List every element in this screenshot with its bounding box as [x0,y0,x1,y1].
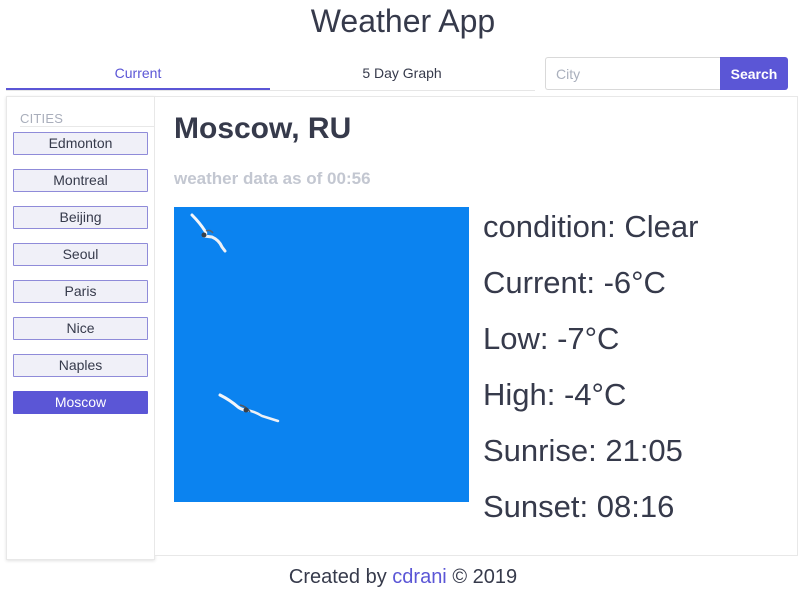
city-button-montreal[interactable]: Montreal [13,169,148,192]
app-title: Weather App [310,3,496,39]
condition-stat: condition: Clear [483,209,699,244]
city-button-edmonton[interactable]: Edmonton [13,132,148,155]
sidebar-divider [20,126,155,127]
footer-copyright: © 2019 [452,566,518,588]
city-button-beijing[interactable]: Beijing [13,206,148,229]
low-temp-stat: Low: -7°C [483,321,620,356]
high-temp-stat: High: -4°C [483,377,627,412]
footer-prefix: Created by [288,566,387,588]
current-temp-stat: Current: -6°C [483,265,666,300]
cities-sidebar: CITIES Edmonton Montreal Beijing Seoul P… [6,96,155,560]
tab-5-day-graph[interactable]: 5 Day Graph [270,58,534,90]
weather-stats: condition: Clear Current: -6°C Low: -7°C… [483,207,698,543]
author-link[interactable]: cdrani [392,566,446,588]
city-button-paris[interactable]: Paris [13,280,148,303]
city-button-nice[interactable]: Nice [13,317,148,340]
data-timestamp: weather data as of 00:56 [174,169,371,188]
seagulls-image [174,207,469,502]
tab-current[interactable]: Current [6,58,270,90]
weather-panel: Moscow, RU weather data as of 00:56 cond… [155,96,798,556]
city-search-input[interactable] [545,57,721,90]
sunrise-stat: Sunrise: 21:05 [483,433,683,468]
cities-label: CITIES [20,111,64,126]
city-button-naples[interactable]: Naples [13,354,148,377]
footer: Created by cdrani © 2019 [0,566,806,589]
city-title: Moscow, RU [174,112,352,145]
city-button-moscow[interactable]: Moscow [13,391,148,414]
city-button-seoul[interactable]: Seoul [13,243,148,266]
sunset-stat: Sunset: 08:16 [483,489,675,524]
view-tabs: Current 5 Day Graph [6,58,535,91]
weather-condition-image [174,207,469,502]
search-button[interactable]: Search [720,57,788,90]
